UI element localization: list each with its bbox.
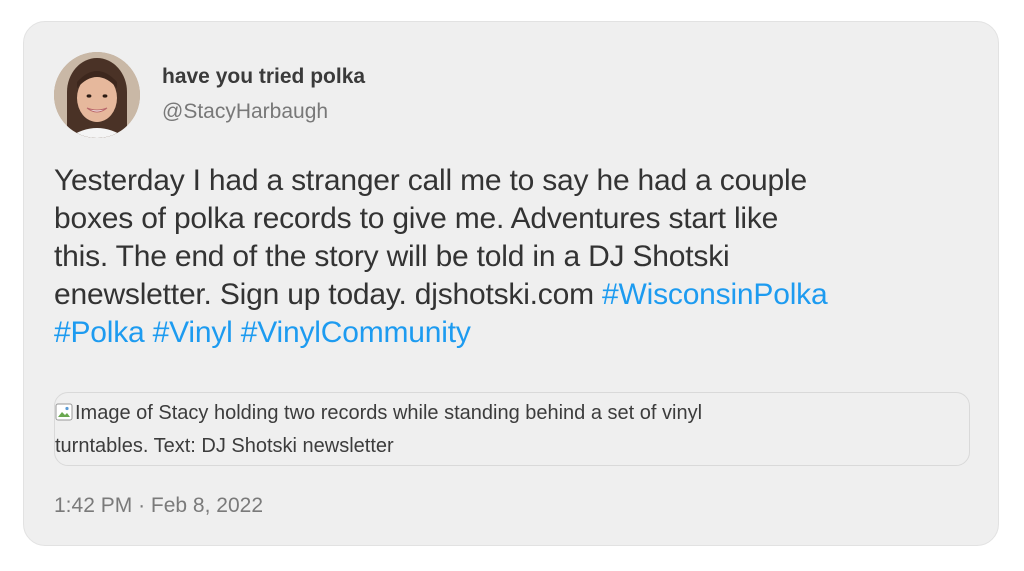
media-alt-text: Image of Stacy holding two records while… <box>75 402 703 424</box>
tweet-text-line: Yesterday I had a stranger call me to sa… <box>54 164 807 197</box>
tweet-date: Feb 8, 2022 <box>150 494 263 517</box>
tweet-text-line: boxes of polka records to give me. Adven… <box>54 202 779 235</box>
author-handle[interactable]: @StacyHarbaugh <box>162 99 328 125</box>
tweet-text-segment: enewsletter. Sign up today. <box>54 278 415 311</box>
hashtag-link[interactable]: #Vinyl <box>153 316 233 349</box>
website-link[interactable]: djshotski.com <box>415 278 594 311</box>
media-alt-text-line: turntables. Text: DJ Shotski newsletter <box>55 435 394 457</box>
tweet-text: Yesterday I had a stranger call me to sa… <box>54 162 979 352</box>
broken-image-icon <box>55 403 73 421</box>
media-alt-text-line: Image of Stacy holding two records while… <box>55 397 969 430</box>
tweet-timestamp[interactable]: 1:42 PM · Feb 8, 2022 <box>54 493 263 519</box>
tweet-text-line: #Polka #Vinyl #VinylCommunity <box>54 314 979 352</box>
separator-dot: · <box>138 494 146 517</box>
media-attachment[interactable]: Image of Stacy holding two records while… <box>54 392 970 466</box>
hashtag-link[interactable]: #VinylCommunity <box>241 316 471 349</box>
avatar[interactable] <box>54 52 140 138</box>
hashtag-link[interactable]: #Polka <box>54 316 145 349</box>
hashtag-link[interactable]: #WisconsinPolka <box>602 278 828 311</box>
author-display-name[interactable]: have you tried polka <box>162 64 365 90</box>
tweet-text-line: this. The end of the story will be told … <box>54 240 730 273</box>
profile-photo-icon <box>54 52 140 138</box>
tweet-card[interactable]: have you tried polka @StacyHarbaugh Yest… <box>23 21 999 546</box>
tweet-text-line: enewsletter. Sign up today. djshotski.co… <box>54 276 979 314</box>
tweet-time: 1:42 PM <box>54 494 133 517</box>
